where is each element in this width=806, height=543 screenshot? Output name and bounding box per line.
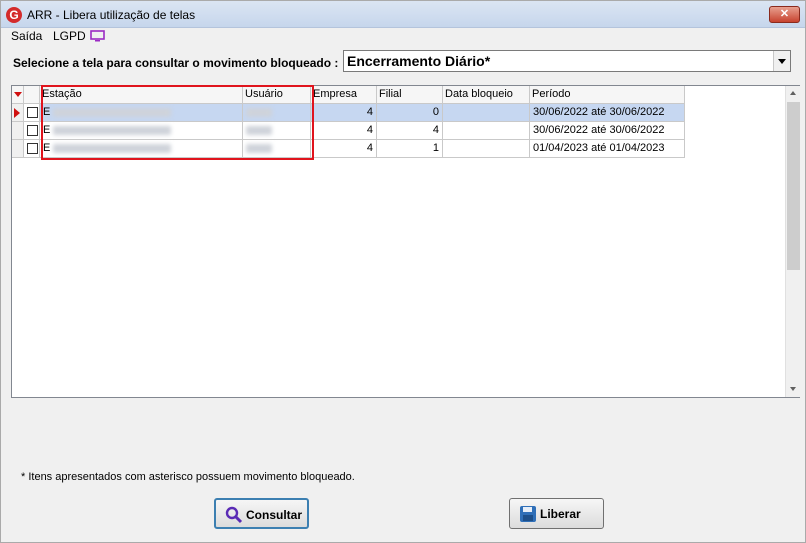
app-logo-icon: G (6, 7, 22, 23)
row-checkbox[interactable] (27, 125, 38, 136)
blocked-movements-grid[interactable]: Estação Usuário Empresa Filial Data bloq… (11, 85, 800, 398)
cell-filial[interactable]: 4 (377, 122, 443, 140)
monitor-icon[interactable] (90, 30, 105, 42)
redacted-text (53, 125, 172, 135)
table-row[interactable]: E 4 1 01/04/2023 até 01/04/2023 (12, 140, 685, 158)
app-window: G ARR - Libera utilização de telas ✕ Saí… (0, 0, 806, 543)
screen-select[interactable]: Encerramento Diário* (343, 50, 791, 72)
screen-select-label: Selecione a tela para consultar o movime… (13, 56, 339, 70)
cell-data-bloqueio[interactable] (443, 140, 530, 158)
redacted-text (246, 107, 272, 117)
scroll-up-button[interactable] (786, 86, 801, 101)
column-header-empresa[interactable]: Empresa (311, 86, 377, 104)
column-header-filial[interactable]: Filial (377, 86, 443, 104)
redacted-text (53, 107, 172, 117)
screen-select-value: Encerramento Diário* (347, 53, 491, 69)
chevron-down-icon (778, 59, 786, 64)
cell-empresa[interactable]: 4 (311, 122, 377, 140)
footnote: * Itens apresentados com asterisco possu… (21, 471, 355, 483)
save-disk-icon (520, 506, 536, 522)
row-checkbox[interactable] (27, 107, 38, 118)
column-header-estacao[interactable]: Estação (40, 86, 243, 104)
redacted-text (53, 143, 172, 153)
liberar-label: Liberar (540, 507, 581, 521)
estacao-text: E (43, 142, 51, 154)
cell-estacao[interactable]: E (40, 140, 243, 158)
menu-bar: Saída LGPD (1, 28, 805, 46)
grid-header-indicator[interactable] (12, 86, 24, 104)
cell-empresa[interactable]: 4 (311, 140, 377, 158)
menu-saida[interactable]: Saída (11, 29, 42, 43)
column-header-data-bloqueio[interactable]: Data bloqueio (443, 86, 530, 104)
search-icon (225, 506, 243, 524)
cell-usuario[interactable] (243, 104, 311, 122)
cell-estacao[interactable]: E (40, 122, 243, 140)
cell-data-bloqueio[interactable] (443, 122, 530, 140)
estacao-text: E (43, 124, 51, 136)
column-header-periodo[interactable]: Período (530, 86, 685, 104)
grid-header-check[interactable] (24, 86, 40, 104)
chevron-down-icon (790, 387, 796, 391)
cell-filial[interactable]: 1 (377, 140, 443, 158)
redacted-text (246, 125, 272, 135)
current-row-arrow-icon (14, 108, 20, 118)
scroll-thumb[interactable] (787, 102, 800, 270)
cell-filial[interactable]: 0 (377, 104, 443, 122)
vertical-scrollbar[interactable] (785, 86, 800, 397)
dropdown-button[interactable] (773, 51, 790, 71)
redacted-text (246, 143, 272, 153)
row-indicator (12, 122, 24, 140)
close-button[interactable]: ✕ (769, 6, 800, 23)
title-bar: G ARR - Libera utilização de telas ✕ (1, 1, 805, 28)
cell-estacao[interactable]: E (40, 104, 243, 122)
row-checkbox[interactable] (27, 143, 38, 154)
menu-lgpd[interactable]: LGPD (53, 29, 86, 43)
consultar-button[interactable]: Consultar (214, 498, 309, 529)
row-indicator (12, 140, 24, 158)
scroll-down-button[interactable] (786, 382, 801, 397)
cell-periodo[interactable]: 30/06/2022 até 30/06/2022 (530, 104, 685, 122)
consultar-label: Consultar (246, 508, 303, 522)
filter-arrow-icon (14, 92, 22, 97)
row-checkbox-cell (24, 122, 40, 140)
table-row[interactable]: E 4 4 30/06/2022 até 30/06/2022 (12, 122, 685, 140)
chevron-up-icon (790, 91, 796, 95)
window-title: ARR - Libera utilização de telas (27, 8, 196, 22)
cell-empresa[interactable]: 4 (311, 104, 377, 122)
column-header-usuario[interactable]: Usuário (243, 86, 311, 104)
estacao-text: E (43, 106, 51, 118)
row-checkbox-cell (24, 140, 40, 158)
cell-data-bloqueio[interactable] (443, 104, 530, 122)
row-indicator (12, 104, 24, 122)
table-row[interactable]: E 4 0 30/06/2022 até 30/06/2022 (12, 104, 685, 122)
cell-periodo[interactable]: 30/06/2022 até 30/06/2022 (530, 122, 685, 140)
liberar-button[interactable]: Liberar (509, 498, 604, 529)
cell-usuario[interactable] (243, 122, 311, 140)
cell-usuario[interactable] (243, 140, 311, 158)
cell-periodo[interactable]: 01/04/2023 até 01/04/2023 (530, 140, 685, 158)
row-checkbox-cell (24, 104, 40, 122)
